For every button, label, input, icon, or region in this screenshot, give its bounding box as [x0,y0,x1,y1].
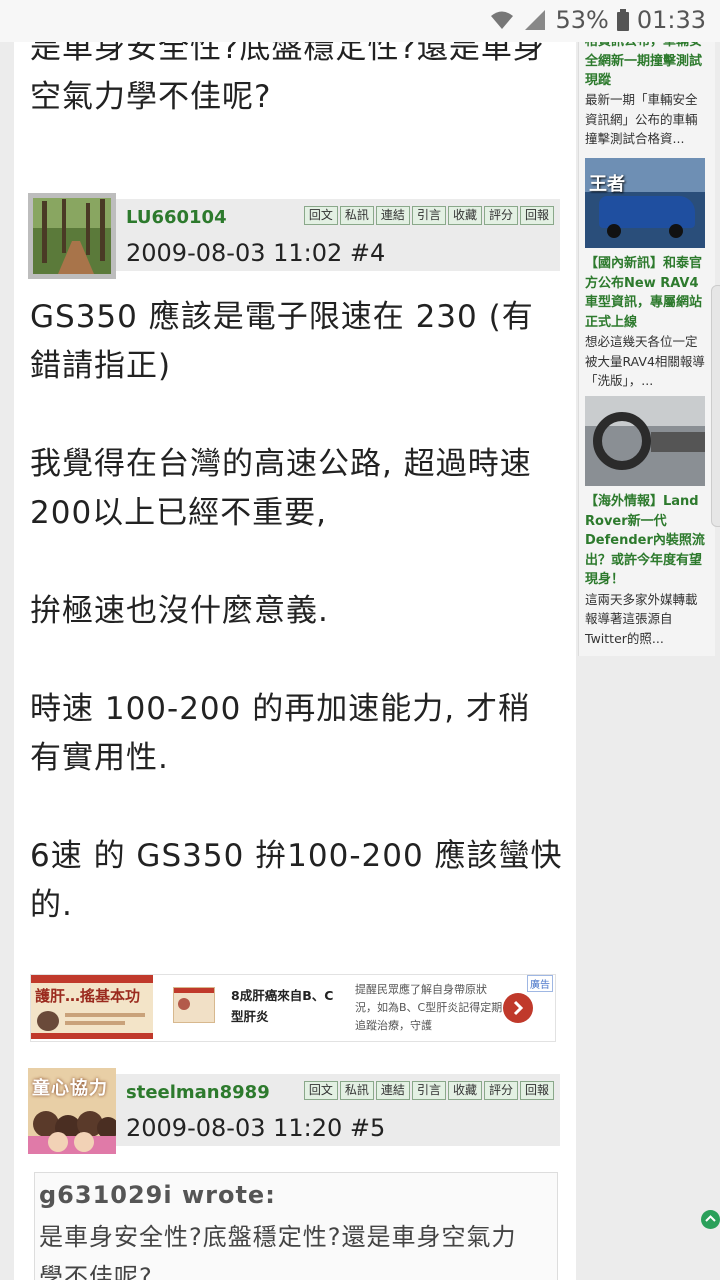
post-text-line: 拚極速也沒什麼意義. [30,593,329,629]
scroll-top-button[interactable] [701,1210,720,1229]
username-link[interactable]: LU660104 [126,207,227,228]
ad-brand: 護肝…搖基本功 [35,987,141,1005]
link-button[interactable]: 連結 [375,1081,410,1100]
quote-button[interactable]: 引言 [411,206,446,225]
bookmark-button[interactable]: 收藏 [447,206,482,225]
report-button[interactable]: 回報 [519,1081,554,1100]
news-title[interactable]: 【海外情報】Land Rover新一代Defender內裝照流出？或許今年度有望… [585,492,707,590]
quote-author: g631029i wrote: [39,1181,276,1209]
ad-banner[interactable]: 護肝…搖基本功 8成肝癌來自B、C型肝炎 提醒民眾應了解自身帶原狀況，如為B、C… [30,974,556,1042]
post-text-line: 200以上已經不重要, [30,495,328,531]
rate-button[interactable]: 評分 [483,1081,518,1100]
post-text-line: 6速 的 GS350 拚100-200 應該蠻快 [30,838,563,874]
avatar-text: 童心協力 [32,1078,108,1099]
message-button[interactable]: 私訊 [339,1081,374,1100]
post-timestamp: 2009-08-03 11:02 #4 [126,239,386,267]
ad-body: 提醒民眾應了解自身帶原狀況，如為B、C型肝炎記得定期追蹤治療，守護 [355,983,503,1032]
post-meta-bar: LU660104 回文 私訊 連結 引言 收藏 評分 回報 2009-08-03… [116,199,560,271]
news-thumbnail[interactable] [585,396,705,486]
battery-percent: 53% [555,6,609,34]
post-text-line: 空氣力學不佳呢? [30,79,272,115]
news-card[interactable]: 王者 【國內新訊】和泰官方公布New RAV4車型資訊，專屬網站正式上線 想必這… [585,158,707,391]
quote-block: g631029i wrote: 是車身安全性?底盤穩定性?還是車身空氣力 學不佳… [34,1172,558,1280]
message-button[interactable]: 私訊 [339,206,374,225]
news-title[interactable]: 【國內新訊】和泰官方公布New RAV4車型資訊，專屬網站正式上線 [585,254,707,332]
post-actions: 回文 私訊 連結 引言 收藏 評分 回報 [303,206,554,225]
status-bar: 53% 01:33 [0,0,720,42]
ad-arrow-icon[interactable] [503,993,533,1023]
avatar[interactable]: 童心協力 [28,1068,119,1154]
bookmark-button[interactable]: 收藏 [447,1081,482,1100]
news-desc: 這兩天多家外媒轉載報導著這張源自Twitter的照... [585,591,698,646]
wifi-icon [489,9,515,31]
post-4-body: GS350 應該是電子限速在 230 (有 錯請指正) 我覺得在台灣的高速公路,… [30,293,570,930]
report-button[interactable]: 回報 [519,206,554,225]
username-link[interactable]: steelman8989 [126,1082,270,1103]
post-text-line: 有實用性. [30,740,169,776]
post-timestamp: 2009-08-03 11:20 #5 [126,1114,386,1142]
clock: 01:33 [636,6,706,34]
post-4-header: LU660104 回文 私訊 連結 引言 收藏 評分 回報 2009-08-03… [28,193,560,279]
news-desc: 想必這幾天各位一定被大量RAV4相關報導「洗版」，... [585,334,705,388]
ad-headline[interactable]: 8成肝癌來自B、C型肝炎 [231,985,341,1027]
news-card[interactable]: 格資訊公布，車輛安全網新一期撞擊測試現蹤 最新一期「車輛安全資訊網」公布的車輛撞… [585,32,707,149]
related-news-sidebar: 格資訊公布，車輛安全網新一期撞擊測試現蹤 最新一期「車輛安全資訊網」公布的車輛撞… [578,0,715,656]
rate-button[interactable]: 評分 [483,206,518,225]
quote-line: 學不佳呢? [39,1263,153,1280]
post-text-line: 錯請指正) [30,348,172,384]
post-text-line: GS350 應該是電子限速在 230 (有 [30,299,534,335]
sidebar-scroll-handle[interactable] [711,285,720,527]
avatar[interactable] [28,193,116,279]
thumbnail-text: 王者 [589,174,625,195]
post-actions: 回文 私訊 連結 引言 收藏 評分 回報 [303,1081,554,1100]
ad-choices-badge[interactable]: 廣告 [527,975,553,992]
signal-icon [523,9,547,31]
thread-column: 是車身安全性?底盤穩定性?還是車身 空氣力學不佳呢? LU660104 回文 私… [14,0,576,1280]
reply-button[interactable]: 回文 [303,206,338,225]
post-5-header: 童心協力 steelman8989 回文 私訊 連結 引言 收藏 評分 回報 2… [28,1068,560,1154]
post-text-line: 我覺得在台灣的高速公路, 超過時速 [30,446,532,482]
post-meta-bar: steelman8989 回文 私訊 連結 引言 收藏 評分 回報 2009-0… [116,1074,560,1146]
reply-button[interactable]: 回文 [303,1081,338,1100]
news-card[interactable]: 【海外情報】Land Rover新一代Defender內裝照流出？或許今年度有望… [585,396,707,648]
post-text-line: 時速 100-200 的再加速能力, 才稍 [30,691,530,727]
quote-button[interactable]: 引言 [411,1081,446,1100]
news-desc: 最新一期「車輛安全資訊網」公布的車輛撞擊測試合格資... [585,92,698,146]
post-text-line: 的. [30,887,73,923]
link-button[interactable]: 連結 [375,206,410,225]
quote-text: 是車身安全性?底盤穩定性?還是車身空氣力 學不佳呢? [39,1217,516,1280]
news-thumbnail[interactable]: 王者 [585,158,705,248]
battery-icon [616,9,629,31]
ad-thumbnail [173,987,215,1023]
ad-image: 護肝…搖基本功 [31,975,153,1039]
quote-line: 是車身安全性?底盤穩定性?還是車身空氣力 [39,1223,517,1251]
